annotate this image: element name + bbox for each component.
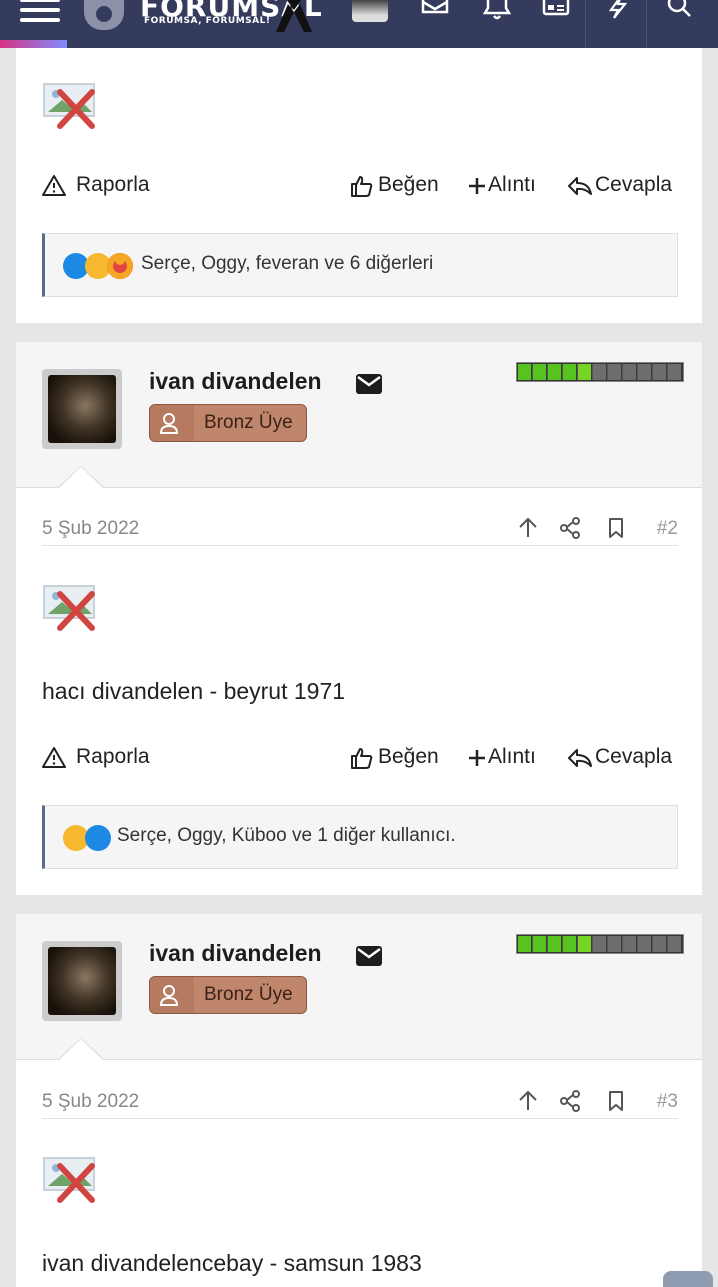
report-label: Raporla xyxy=(76,745,150,768)
broken-image-icon xyxy=(43,83,95,129)
thumbs-up-icon xyxy=(351,176,373,197)
warning-icon xyxy=(42,747,66,768)
share-icon[interactable] xyxy=(558,1089,582,1113)
top-navigation-bar: FORUMSAL FORUMSA, FORUMSAL! xyxy=(0,0,718,48)
envelope-icon[interactable] xyxy=(356,946,382,966)
post-meta: 5 Şub 2022 #3 xyxy=(42,1083,678,1119)
header-divider xyxy=(585,0,586,48)
reactions-list[interactable]: Serçe, Oggy, Küboo ve 1 diğer kullanıcı. xyxy=(117,825,456,847)
plus-icon xyxy=(469,178,485,194)
post-author-header: ivan divandelen Bronz Üye xyxy=(16,342,702,489)
search-icon[interactable] xyxy=(664,0,694,22)
reactions-bar: Serçe, Oggy, Küboo ve 1 diğer kullanıcı. xyxy=(42,805,678,869)
author-username[interactable]: ivan divandelen xyxy=(149,368,322,395)
post-body-text: hacı divandelen - beyrut 1971 xyxy=(42,678,346,704)
bell-icon[interactable] xyxy=(482,0,512,22)
header-accent-strip xyxy=(0,40,67,48)
rank-badge: Bronz Üye xyxy=(149,976,307,1014)
user-icon xyxy=(159,413,179,434)
envelope-icon[interactable] xyxy=(356,374,382,394)
scroll-to-top-button[interactable] xyxy=(663,1271,713,1287)
reply-button[interactable]: Cevapla xyxy=(567,171,678,201)
author-avatar[interactable] xyxy=(42,369,122,449)
user-level-bar xyxy=(516,362,684,382)
user-level-bar xyxy=(516,934,684,954)
arrow-up-icon[interactable] xyxy=(516,516,540,540)
like-button[interactable]: Beğen xyxy=(350,171,450,201)
bookmark-icon[interactable] xyxy=(604,516,628,540)
post-card: ivan divandelen Bronz Üye xyxy=(16,914,702,1287)
reply-icon xyxy=(568,177,592,195)
reply-icon xyxy=(568,749,592,767)
post-body-text: ivan divandelencebay - samsun 1983 xyxy=(42,1250,422,1276)
broken-image-icon xyxy=(43,1157,95,1203)
author-avatar[interactable] xyxy=(42,941,122,1021)
love-reaction-icon xyxy=(107,253,133,279)
report-label: Raporla xyxy=(76,173,150,196)
plus-icon xyxy=(469,750,485,766)
header-pointer xyxy=(57,1038,105,1061)
rank-label: Bronz Üye xyxy=(204,984,293,1005)
broken-image-icon xyxy=(43,585,95,631)
post-date[interactable]: 5 Şub 2022 xyxy=(42,1091,139,1113)
like-label: Beğen xyxy=(378,173,439,196)
post-number[interactable]: #3 xyxy=(657,1091,678,1113)
mourning-ribbon-icon xyxy=(276,0,312,32)
rank-badge: Bronz Üye xyxy=(149,404,307,442)
quote-button[interactable]: Alıntı xyxy=(468,171,548,201)
bolt-icon[interactable] xyxy=(603,0,633,22)
report-button[interactable]: Raporla xyxy=(42,743,162,773)
reply-button[interactable]: Cevapla xyxy=(567,743,678,773)
bookmark-icon[interactable] xyxy=(604,1089,628,1113)
reactions-list[interactable]: Serçe, Oggy, feveran ve 6 diğerleri xyxy=(141,253,433,275)
header-pointer xyxy=(57,466,105,489)
report-button[interactable]: Raporla xyxy=(42,171,162,201)
thumbs-up-icon xyxy=(351,748,373,769)
quote-button[interactable]: Alıntı xyxy=(468,743,548,773)
logo-emblem-icon xyxy=(84,0,124,30)
like-button[interactable]: Beğen xyxy=(350,743,450,773)
quote-label: Alıntı xyxy=(488,745,536,768)
post-card: ivan divandelen Bronz Üye xyxy=(16,342,702,895)
post-meta: 5 Şub 2022 #2 xyxy=(42,510,678,546)
post-actions: Raporla Beğen Alıntı Cevapla xyxy=(42,743,678,773)
post-card: Raporla Beğen Alıntı Cevapla Serçe, Oggy… xyxy=(16,48,702,323)
share-icon[interactable] xyxy=(558,516,582,540)
like-label: Beğen xyxy=(378,745,439,768)
menu-icon[interactable] xyxy=(20,0,60,22)
reactions-bar: Serçe, Oggy, feveran ve 6 diğerleri xyxy=(42,233,678,297)
logo-tagline: FORUMSA, FORUMSAL! xyxy=(144,16,271,26)
arrow-up-icon[interactable] xyxy=(516,1089,540,1113)
reply-label: Cevapla xyxy=(595,173,673,196)
header-divider xyxy=(646,0,647,48)
user-icon xyxy=(159,985,179,1006)
user-avatar-button[interactable] xyxy=(352,0,388,22)
author-username[interactable]: ivan divandelen xyxy=(149,940,322,967)
warning-icon xyxy=(42,175,66,196)
reply-label: Cevapla xyxy=(595,745,673,768)
quote-label: Alıntı xyxy=(488,173,536,196)
post-date[interactable]: 5 Şub 2022 xyxy=(42,518,139,540)
post-number[interactable]: #2 xyxy=(657,518,678,540)
post-author-header: ivan divandelen Bronz Üye xyxy=(16,914,702,1061)
like-reaction-icon xyxy=(85,825,111,851)
rank-label: Bronz Üye xyxy=(204,412,293,433)
site-logo[interactable]: FORUMSAL FORUMSA, FORUMSAL! xyxy=(84,0,322,40)
mail-icon[interactable] xyxy=(420,0,450,22)
news-icon[interactable] xyxy=(541,0,571,22)
post-actions: Raporla Beğen Alıntı Cevapla xyxy=(42,171,678,201)
